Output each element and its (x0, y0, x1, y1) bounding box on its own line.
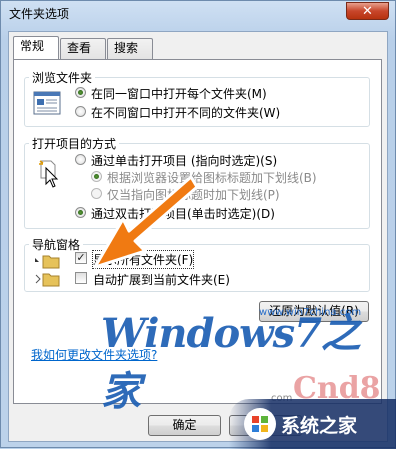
tab-view[interactable]: 查看 (60, 38, 106, 59)
radio-underline-browser-label[interactable]: 根据浏览器设置给图标标题加下划线(B) (107, 169, 317, 186)
browse-folders-label: 浏览文件夹 (29, 69, 96, 86)
help-link[interactable]: 我如何更改文件夹选项? (31, 346, 157, 363)
navigation-pane-label: 导航窗格 (29, 236, 84, 253)
window-title: 文件夹选项 (9, 7, 70, 21)
click-items-label: 打开项目的方式 (29, 135, 120, 152)
radio-same-window-label[interactable]: 在同一窗口中打开每个文件夹(M) (91, 85, 267, 102)
radio-double-click-label[interactable]: 通过双击打开项目(单击时选定)(D) (91, 205, 275, 222)
radio-new-window[interactable] (75, 106, 86, 117)
ok-button[interactable]: 确定 (148, 415, 221, 436)
radio-new-window-label[interactable]: 在不同窗口中打开不同的文件夹(W) (91, 104, 280, 121)
folder-options-window: 文件夹选项 ✕ 常规 查看 搜索 浏览文件夹 在同一窗口中打开每个文件夹(M) … (0, 0, 396, 449)
browse-folders-group: 浏览文件夹 在同一窗口中打开每个文件夹(M) 在不同窗口中打开不同的文件夹(W) (24, 69, 370, 127)
click-items-group: 打开项目的方式 通过单击打开项目 (指向时选定)(S) 根据浏览器设置给图标标题… (24, 135, 370, 229)
checkbox-show-all-folders[interactable]: ✓ (75, 252, 87, 264)
tab-search[interactable]: 搜索 (107, 38, 153, 59)
tab-view-label: 查看 (67, 41, 92, 55)
radio-single-click[interactable] (75, 154, 86, 165)
restore-defaults-button[interactable]: 还原为默认值(R) (259, 301, 369, 322)
click-cursor-icon (37, 158, 61, 188)
tab-general[interactable]: 常规 (13, 36, 59, 59)
cancel-button[interactable] (229, 415, 302, 436)
radio-underline-point[interactable] (91, 188, 102, 199)
title-bar[interactable]: 文件夹选项 ✕ (1, 1, 395, 25)
navigation-pane-group: 导航窗格 ✓ 显示所有文件夹(F) 自动扩展到当前文件夹(E) (24, 236, 370, 292)
folder-tree-icon (33, 253, 69, 287)
radio-underline-browser[interactable] (91, 171, 102, 182)
radio-single-click-label[interactable]: 通过单击打开项目 (指向时选定)(S) (91, 152, 277, 169)
checkbox-show-all-folders-label[interactable]: 显示所有文件夹(F) (91, 250, 195, 269)
checkbox-auto-expand[interactable] (75, 272, 87, 284)
tab-general-label: 常规 (20, 39, 45, 53)
radio-double-click[interactable] (75, 207, 86, 218)
checkbox-auto-expand-label[interactable]: 自动扩展到当前文件夹(E) (93, 271, 230, 288)
radio-same-window[interactable] (75, 87, 86, 98)
folder-window-icon (33, 91, 61, 115)
close-button[interactable]: ✕ (346, 2, 389, 20)
tab-search-label: 搜索 (114, 41, 139, 55)
radio-underline-point-label[interactable]: 仅当指向图标标题时加下划线(P) (107, 186, 280, 203)
